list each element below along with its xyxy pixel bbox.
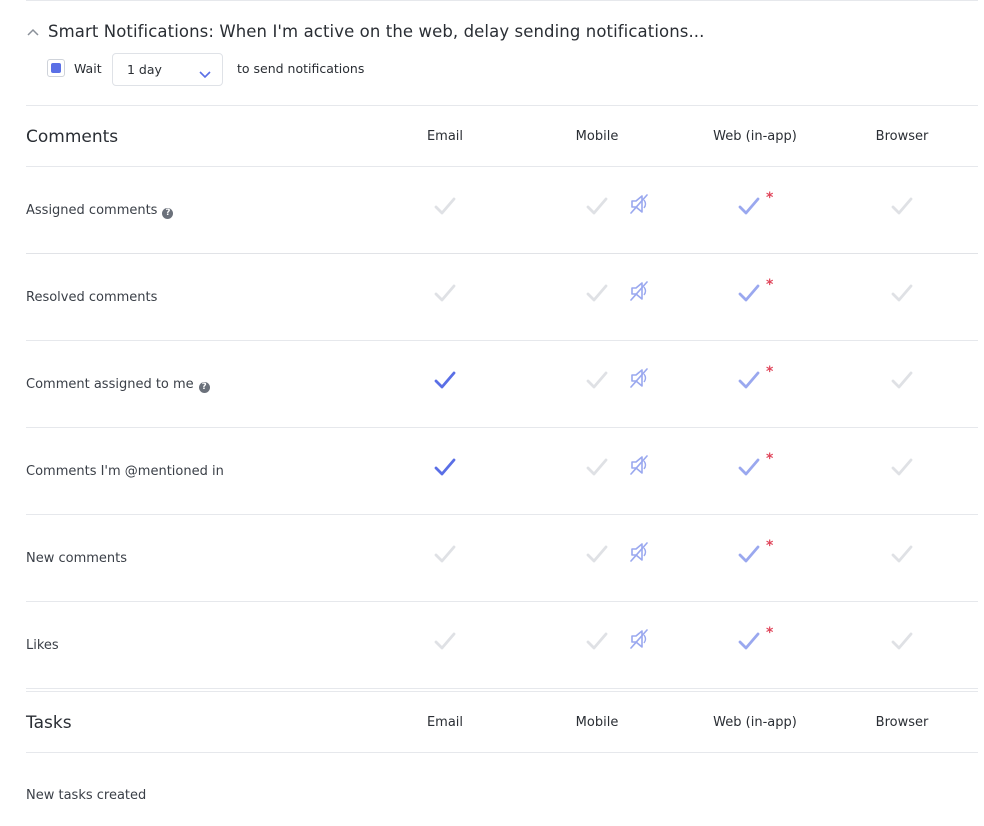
muted-speaker-icon[interactable] [628,453,650,477]
row-label-text: Likes [26,638,59,653]
web-check-icon[interactable] [736,281,762,305]
wait-label: Wait [74,61,102,76]
browser-check-icon[interactable] [889,542,915,566]
wait-checkbox[interactable] [47,59,65,77]
email-check-icon[interactable] [432,629,458,653]
checkbox-fill [51,63,61,73]
browser-check-icon[interactable] [889,629,915,653]
asterisk-icon: * [766,625,774,641]
row-label: Likes [26,638,59,653]
email-check-icon[interactable] [432,281,458,305]
table-row: Assigned comments? * [26,167,978,254]
table-row: Likes * [26,602,978,689]
chevron-up-icon[interactable] [26,25,40,39]
asterisk-icon: * [766,364,774,380]
column-browser: Browser [875,129,929,144]
table-row: Comments I'm @mentioned in * [26,428,978,515]
browser-check-icon[interactable] [889,194,915,218]
web-check-icon[interactable] [736,368,762,392]
column-web: Web (in-app) [713,715,797,730]
mobile-check-icon[interactable] [584,281,610,305]
section-title: Comments [26,127,119,147]
column-email: Email [426,715,464,730]
row-label-text: Assigned comments [26,203,158,218]
column-mobile: Mobile [575,715,619,730]
mobile-check-icon[interactable] [584,629,610,653]
section-title: Tasks [26,713,72,733]
email-check-icon[interactable] [432,368,458,392]
column-web: Web (in-app) [713,129,797,144]
row-label-text: Comments I'm @mentioned in [26,464,224,479]
web-check-icon[interactable] [736,629,762,653]
column-mobile: Mobile [575,129,619,144]
browser-check-icon[interactable] [889,281,915,305]
row-label-text: Comment assigned to me [26,377,194,392]
email-check-icon[interactable] [432,194,458,218]
muted-speaker-icon[interactable] [628,192,650,216]
top-divider [26,0,978,1]
comments-section: Comments Email Mobile Web (in-app) Brows… [26,105,978,689]
question-circle-icon[interactable]: ? [198,382,210,393]
row-label: Comments I'm @mentioned in [26,464,224,479]
web-check-icon[interactable] [736,455,762,479]
table-row: Resolved comments * [26,254,978,341]
row-label-text: New comments [26,551,128,566]
browser-check-icon[interactable] [889,455,915,479]
smart-notifications-title: Smart Notifications: When I'm active on … [48,22,705,41]
asterisk-icon: * [766,451,774,467]
row-label-text: Resolved comments [26,290,158,305]
tasks-section-header: Tasks Email Mobile Web (in-app) Browser [26,691,978,753]
web-check-icon[interactable] [736,542,762,566]
table-row: Comment assigned to me? * [26,341,978,428]
column-browser: Browser [875,715,929,730]
asterisk-icon: * [766,538,774,554]
delay-value: 1 day [127,62,162,77]
mobile-check-icon[interactable] [584,194,610,218]
browser-check-icon[interactable] [889,368,915,392]
chevron-down-icon [198,65,212,79]
column-email: Email [426,129,464,144]
tasks-section: Tasks Email Mobile Web (in-app) Browser … [26,691,978,823]
table-row: New comments * [26,515,978,602]
row-label: Assigned comments? [26,203,174,219]
mobile-check-icon[interactable] [584,368,610,392]
send-notifications-label: to send notifications [237,61,365,76]
email-check-icon[interactable] [432,455,458,479]
muted-speaker-icon[interactable] [628,366,650,390]
row-label: Comment assigned to me? [26,377,210,393]
mobile-check-icon[interactable] [584,455,610,479]
muted-speaker-icon[interactable] [628,540,650,564]
row-label: Resolved comments [26,290,157,305]
asterisk-icon: * [766,190,774,206]
web-check-icon[interactable] [736,194,762,218]
row-label: New tasks created [26,788,147,803]
muted-speaker-icon[interactable] [628,627,650,651]
muted-speaker-icon[interactable] [628,279,650,303]
table-row: New tasks created [26,753,978,823]
mobile-check-icon[interactable] [584,542,610,566]
asterisk-icon: * [766,277,774,293]
question-circle-icon[interactable]: ? [162,208,174,219]
email-check-icon[interactable] [432,542,458,566]
comments-section-header: Comments Email Mobile Web (in-app) Brows… [26,105,978,167]
row-label: New comments [26,551,127,566]
delay-select[interactable]: 1 day [112,53,223,86]
